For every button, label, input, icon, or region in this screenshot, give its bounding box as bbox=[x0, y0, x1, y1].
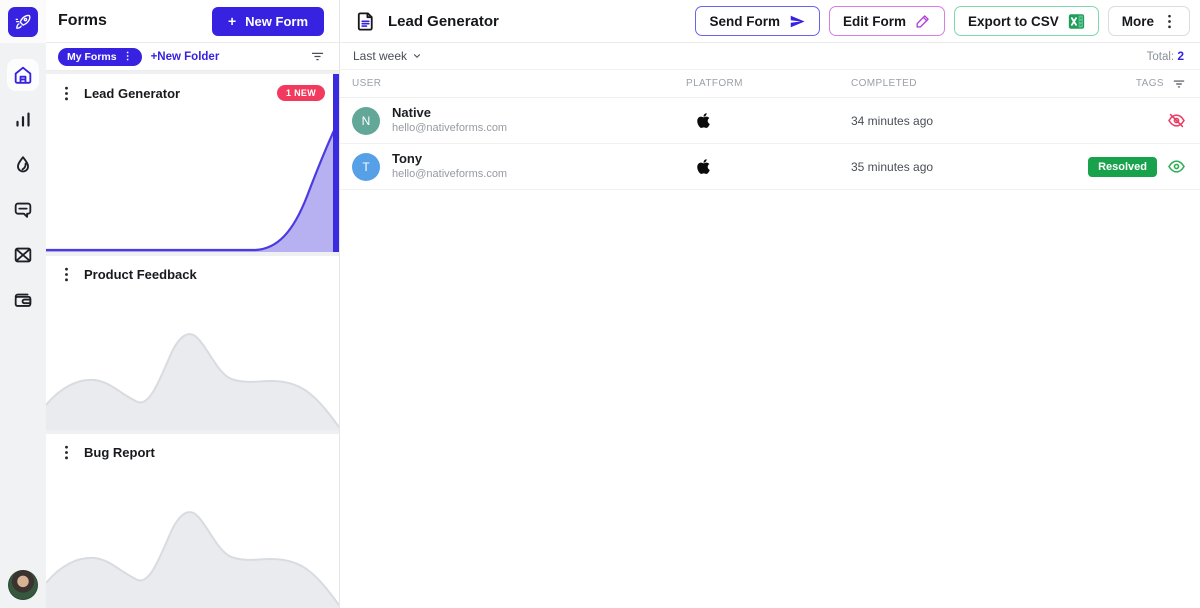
resolved-badge[interactable]: Resolved bbox=[1088, 156, 1157, 177]
kebab-icon: ⋮ bbox=[122, 50, 133, 62]
kebab-icon bbox=[1168, 14, 1171, 28]
eye-off-icon[interactable] bbox=[1167, 111, 1186, 130]
my-forms-pill[interactable]: My Forms ⋮ bbox=[58, 47, 142, 66]
form-card-title: Lead Generator bbox=[84, 85, 181, 101]
sidebar-item-wallet[interactable] bbox=[7, 284, 39, 316]
new-form-button[interactable]: + New Form bbox=[211, 6, 324, 36]
action-buttons: Send Form Edit Form Export to CSV More bbox=[695, 6, 1190, 36]
form-card-header: Product Feedback bbox=[46, 256, 339, 282]
my-forms-label: My Forms bbox=[67, 50, 117, 63]
form-card-header: Lead Generator 1 NEW bbox=[46, 74, 339, 101]
platform-cell bbox=[682, 158, 847, 175]
chat-icon bbox=[14, 202, 32, 218]
plus-icon: + bbox=[227, 13, 237, 29]
home-icon bbox=[14, 66, 32, 84]
sidebar-toolbar: My Forms ⋮ +New Folder bbox=[46, 43, 339, 71]
chevron-down-icon bbox=[413, 54, 421, 58]
user-cell: T Tony hello@nativeforms.com bbox=[352, 151, 682, 182]
tags-cell: Resolved bbox=[1087, 156, 1186, 177]
sparkline-gray-hills bbox=[46, 511, 339, 608]
filter-bar: Last week Total: 2 bbox=[340, 43, 1200, 70]
icon-rail bbox=[0, 0, 46, 608]
date-range-dropdown[interactable]: Last week bbox=[353, 49, 422, 63]
apple-icon bbox=[697, 113, 710, 128]
logo-area bbox=[0, 0, 46, 43]
new-folder-button[interactable]: +New Folder bbox=[151, 51, 220, 63]
sparkline-gray-hills bbox=[46, 333, 339, 430]
avatar: N bbox=[352, 106, 380, 135]
form-card-bug-report[interactable]: Bug Report bbox=[46, 434, 339, 608]
send-icon bbox=[790, 15, 805, 27]
sidebar-item-analytics[interactable] bbox=[7, 104, 39, 136]
sidebar-item-home[interactable] bbox=[7, 59, 39, 91]
user-cell: N Native hello@nativeforms.com bbox=[352, 105, 682, 136]
selected-form-indicator bbox=[333, 74, 339, 252]
form-title: Lead Generator bbox=[388, 12, 499, 30]
empty-area bbox=[340, 190, 1200, 608]
filter-icon[interactable] bbox=[310, 49, 325, 64]
main-panel: Lead Generator Send Form Edit Form Expor… bbox=[340, 0, 1200, 608]
col-header-completed: COMPLETED bbox=[851, 78, 917, 89]
date-range-label: Last week bbox=[353, 49, 408, 63]
sidebar-item-mail[interactable] bbox=[7, 239, 39, 271]
apple-icon bbox=[697, 159, 710, 174]
form-card-header: Bug Report bbox=[46, 434, 339, 460]
rocket-icon[interactable] bbox=[8, 6, 38, 37]
col-header-platform: PLATFORM bbox=[686, 78, 743, 89]
app-window: Forms + New Form My Forms ⋮ +New Folder bbox=[0, 0, 1200, 608]
kebab-icon[interactable] bbox=[60, 86, 73, 101]
total-count: Total: 2 bbox=[1147, 49, 1184, 63]
sidebar-item-droplet[interactable] bbox=[7, 149, 39, 181]
form-card-list: Lead Generator 1 NEW Product Feedback Bu… bbox=[46, 71, 339, 608]
user-name: Native bbox=[392, 104, 432, 120]
tags-cell bbox=[1087, 111, 1186, 130]
export-csv-label: Export to CSV bbox=[967, 13, 1059, 29]
filter-icon[interactable] bbox=[1172, 77, 1186, 91]
more-button[interactable]: More bbox=[1107, 6, 1190, 36]
mail-icon bbox=[14, 247, 32, 263]
col-header-user: USER bbox=[352, 78, 382, 89]
form-card-product-feedback[interactable]: Product Feedback bbox=[46, 256, 339, 430]
platform-cell bbox=[682, 112, 847, 129]
main-header: Lead Generator Send Form Edit Form Expor… bbox=[340, 0, 1200, 43]
tags-label: TAGS bbox=[1135, 78, 1164, 89]
kebab-icon[interactable] bbox=[60, 445, 73, 460]
pencil-icon bbox=[916, 15, 929, 28]
droplet-icon bbox=[17, 156, 29, 173]
excel-icon bbox=[1068, 13, 1084, 29]
total-value: 2 bbox=[1177, 49, 1184, 63]
eye-icon[interactable] bbox=[1167, 157, 1186, 176]
completed-time: 35 minutes ago bbox=[851, 159, 934, 174]
send-form-label: Send Form bbox=[709, 13, 780, 29]
table-row[interactable]: N Native hello@nativeforms.com 34 minute… bbox=[340, 98, 1200, 144]
user-email: hello@nativeforms.com bbox=[392, 122, 508, 135]
sidebar-header: Forms + New Form bbox=[46, 0, 339, 43]
user-email: hello@nativeforms.com bbox=[392, 168, 508, 181]
form-card-lead-generator[interactable]: Lead Generator 1 NEW bbox=[46, 74, 339, 252]
kebab-icon[interactable] bbox=[60, 267, 73, 282]
form-card-title: Product Feedback bbox=[84, 267, 197, 282]
table-row[interactable]: T Tony hello@nativeforms.com 35 minutes … bbox=[340, 144, 1200, 190]
forms-sidebar: Forms + New Form My Forms ⋮ +New Folder bbox=[46, 0, 340, 608]
wallet-icon bbox=[14, 293, 32, 307]
user-name: Tony bbox=[392, 150, 423, 166]
new-form-label: New Form bbox=[245, 13, 308, 29]
col-header-tags: TAGS bbox=[1087, 77, 1186, 91]
sidebar-item-chat[interactable] bbox=[7, 194, 39, 226]
form-card-title: Bug Report bbox=[84, 445, 155, 460]
page-title: Forms bbox=[58, 12, 107, 29]
avatar: T bbox=[352, 152, 380, 181]
table-header: USER PLATFORM COMPLETED TAGS bbox=[340, 70, 1200, 98]
more-label: More bbox=[1121, 13, 1154, 29]
new-responses-badge: 1 NEW bbox=[276, 85, 325, 101]
completed-time: 34 minutes ago bbox=[851, 113, 934, 128]
document-icon bbox=[354, 10, 377, 33]
export-csv-button[interactable]: Export to CSV bbox=[953, 6, 1099, 36]
send-form-button[interactable]: Send Form bbox=[695, 6, 820, 36]
user-avatar[interactable] bbox=[8, 570, 38, 600]
edit-form-label: Edit Form bbox=[842, 13, 906, 29]
total-label: Total: bbox=[1146, 51, 1175, 63]
analytics-icon bbox=[16, 112, 30, 127]
edit-form-button[interactable]: Edit Form bbox=[828, 6, 945, 36]
